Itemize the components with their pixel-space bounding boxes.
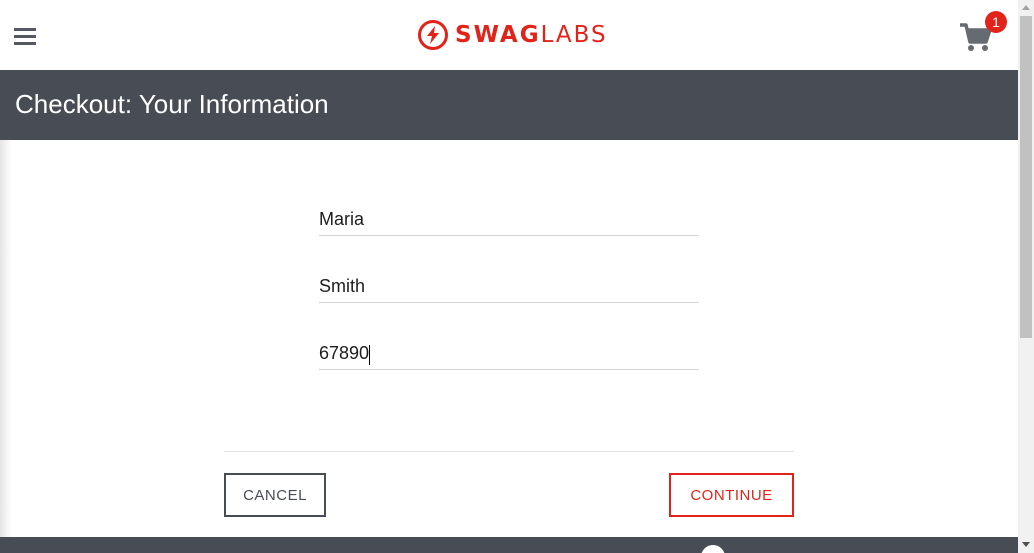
checkout-page: SWAGLABS 1 Checkout: Your Information CA… <box>0 0 1034 553</box>
cart-badge: 1 <box>985 11 1007 33</box>
logo-text-bold: SWAG <box>455 22 541 48</box>
left-edge-shadow <box>0 140 12 540</box>
postal-code-input[interactable] <box>319 337 699 370</box>
logo-text-light: LABS <box>540 22 608 48</box>
vertical-scrollbar[interactable] <box>1018 0 1034 553</box>
secondary-header: Checkout: Your Information <box>0 70 1018 140</box>
logo-text: SWAGLABS <box>455 20 608 50</box>
page-title: Checkout: Your Information <box>15 89 329 119</box>
scroll-down-arrow-icon[interactable] <box>1022 542 1030 547</box>
footer <box>0 537 1018 553</box>
scroll-up-arrow-icon[interactable] <box>1022 5 1030 10</box>
swag-labs-logo: SWAGLABS <box>418 20 608 50</box>
hamburger-menu-icon[interactable] <box>14 28 36 46</box>
scrollbar-thumb[interactable] <box>1020 16 1032 338</box>
form-divider <box>224 451 794 452</box>
cancel-button[interactable]: CANCEL <box>224 473 326 517</box>
last-name-input[interactable] <box>319 270 699 303</box>
continue-button[interactable]: CONTINUE <box>669 473 794 517</box>
swag-labs-logo-icon <box>418 20 448 50</box>
first-name-input[interactable] <box>319 203 699 236</box>
text-cursor <box>369 345 370 365</box>
app-header: SWAGLABS 1 <box>0 0 1018 70</box>
